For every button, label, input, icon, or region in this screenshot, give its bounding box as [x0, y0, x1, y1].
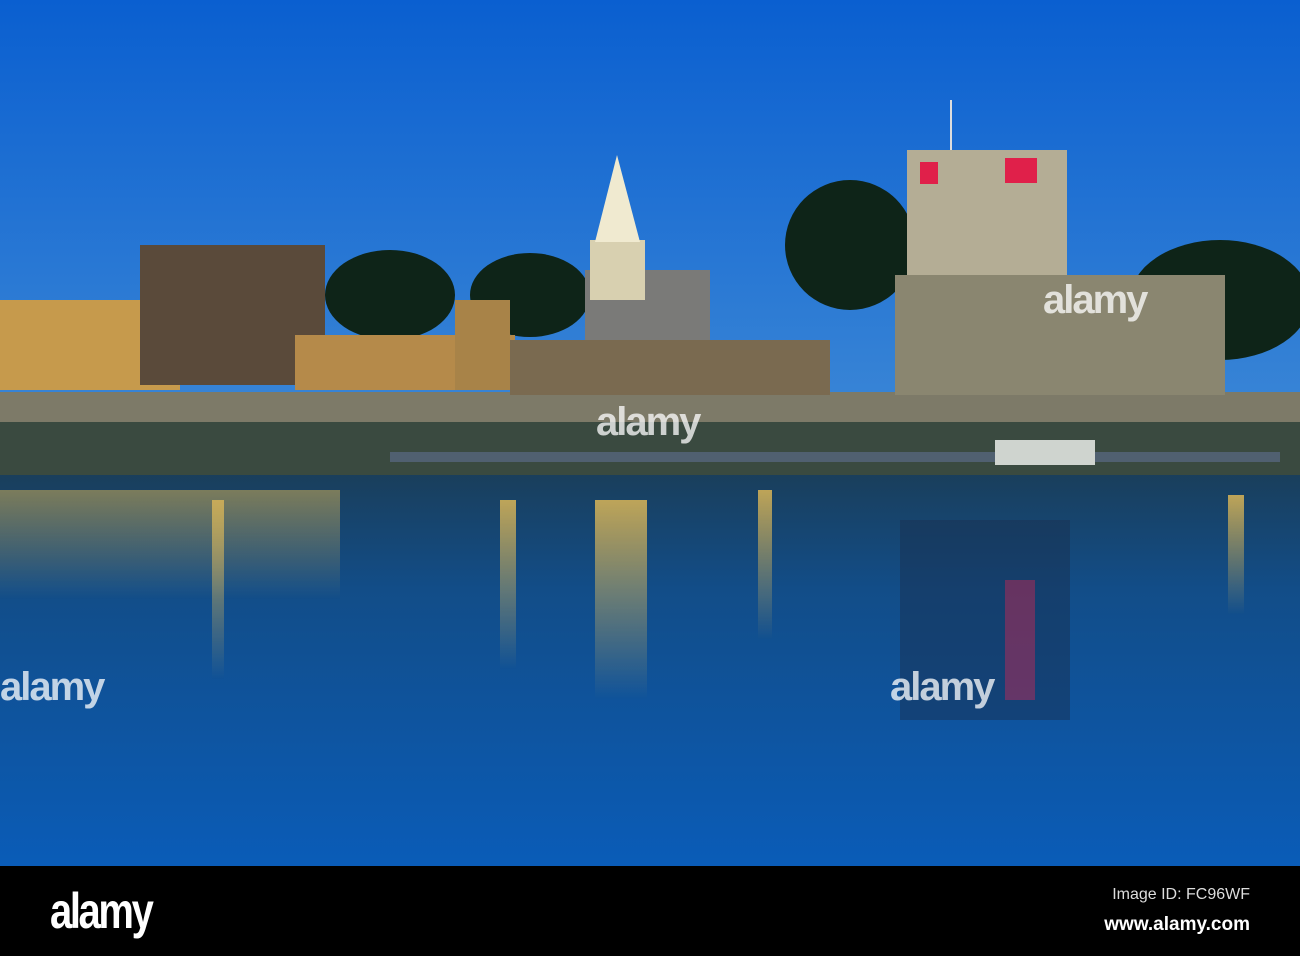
image-id: Image ID: FC96WF	[1112, 886, 1250, 903]
alamy-logo: alamy	[50, 883, 154, 939]
watermark: alamy	[596, 400, 701, 444]
footer-bar: alamy Image ID: FC96WF www.alamy.com	[0, 866, 1300, 956]
watermark: alamy	[890, 665, 995, 709]
watermark: alamy	[0, 665, 105, 709]
watermark: alamy	[1043, 278, 1148, 322]
website-link[interactable]: www.alamy.com	[1104, 914, 1250, 936]
